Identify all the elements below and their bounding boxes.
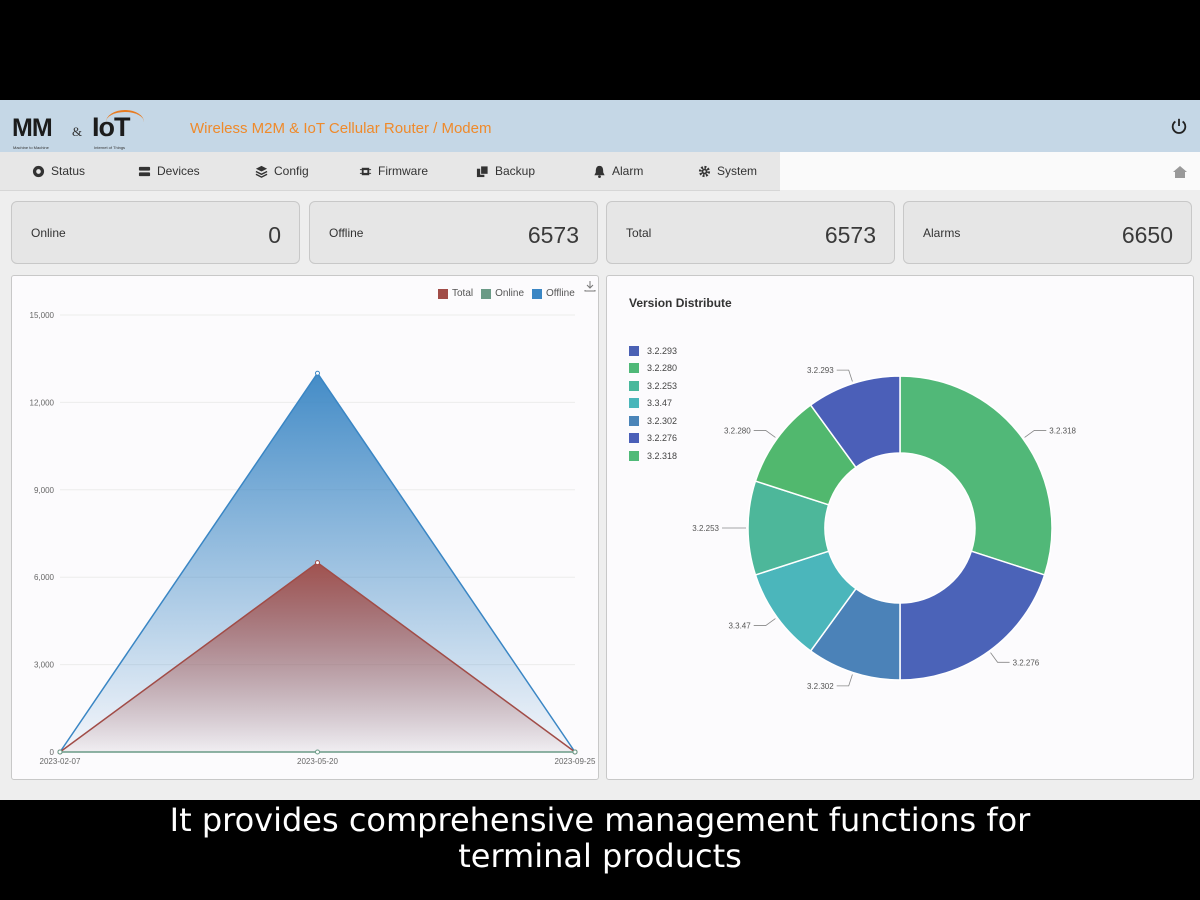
- nav-status-label: Status: [51, 164, 86, 178]
- nav-system-label: System: [717, 164, 758, 178]
- pie-slice-label: 3.2.302: [807, 682, 834, 691]
- power-icon[interactable]: [1170, 117, 1188, 135]
- pie-slice-label: 3.2.293: [807, 366, 834, 375]
- logo-subtitle-left: Machine to Machine: [13, 145, 49, 150]
- logo-iot: IoT: [92, 112, 130, 142]
- brand-logo: MM & IoT Machine to Machine Internet of …: [12, 108, 147, 150]
- y-tick-label: 15,000: [30, 311, 55, 320]
- data-point-online[interactable]: [315, 749, 320, 755]
- pie-slice-label: 3.2.280: [724, 426, 751, 435]
- header-bar: MM & IoT Machine to Machine Internet of …: [0, 100, 1200, 152]
- nav-config[interactable]: Config: [255, 152, 309, 190]
- nav-config-label: Config: [274, 164, 309, 178]
- nav-alarm-label: Alarm: [612, 164, 644, 178]
- card-online-value: 0: [268, 222, 281, 248]
- data-point-online[interactable]: [57, 749, 63, 755]
- card-offline-label: Offline: [329, 226, 364, 240]
- data-point-total[interactable]: [315, 560, 320, 566]
- pie-slice-label: 3.3.47: [728, 622, 751, 631]
- pie-slice[interactable]: [899, 375, 1053, 576]
- area-chart: 0 3,000 6,000 9,000 12,000 15,000 2023-02-07 20…: [30, 311, 596, 766]
- nav-alarm[interactable]: Alarm: [593, 152, 643, 190]
- pie-label-line: [836, 674, 853, 687]
- app-title: Wireless M2M & IoT Cellular Router / Mod…: [190, 120, 492, 137]
- card-alarms-label: Alarms: [923, 226, 961, 240]
- caption-line-2: terminal products: [458, 837, 742, 875]
- y-tick-label: 6,000: [34, 573, 55, 582]
- card-online: Online 0: [11, 201, 300, 264]
- y-tick-label: 3,000: [34, 661, 55, 670]
- pie-label-line: [753, 618, 776, 626]
- pie-slice-label: 3.2.253: [692, 524, 719, 533]
- y-tick-label: 0: [50, 748, 55, 757]
- card-online-label: Online: [31, 226, 66, 240]
- nav-backup[interactable]: Backup: [476, 152, 535, 190]
- nav-devices-label: Devices: [157, 164, 200, 178]
- pie-label-line: [836, 369, 853, 382]
- pie-label-line: [753, 430, 776, 438]
- nav-right-area: [780, 152, 1200, 190]
- y-tick-label: 9,000: [34, 486, 55, 495]
- data-point-online[interactable]: [572, 749, 578, 755]
- device-trend-panel: Total Online Offline 0 3,000 6,000 9,000 12,…: [11, 275, 599, 780]
- config-icon: [255, 165, 268, 178]
- card-total: Total 6573: [606, 201, 895, 264]
- bell-icon: [594, 165, 605, 178]
- caption-line-1: It provides comprehensive management fun…: [169, 801, 1031, 839]
- main-nav: Status Devices Config Firmware Backup Al…: [0, 152, 780, 191]
- card-total-label: Total: [626, 226, 652, 240]
- logo-mm: MM: [12, 114, 53, 142]
- version-distribute-panel: Version Distribute 3.2.293 3.2.280 3.2.253…: [606, 275, 1194, 780]
- home-icon[interactable]: [1172, 164, 1188, 180]
- pie-slice-label: 3.2.276: [1013, 658, 1040, 667]
- pie-label-line: [1024, 430, 1047, 438]
- x-tick-label: 2023-02-07: [40, 757, 81, 766]
- devices-icon: [138, 166, 151, 176]
- card-total-value: 6573: [824, 222, 876, 248]
- card-offline: Offline 6573: [309, 201, 598, 264]
- nav-status[interactable]: Status: [32, 152, 85, 190]
- y-tick-label: 12,000: [30, 398, 55, 407]
- nav-devices[interactable]: Devices: [138, 152, 200, 190]
- card-alarms-value: 6650: [1121, 222, 1173, 248]
- x-tick-label: 2023-05-20: [297, 757, 338, 766]
- nav-firmware[interactable]: Firmware: [359, 152, 428, 190]
- firmware-icon: [359, 167, 372, 175]
- pie-slice-label: 3.2.318: [1049, 426, 1076, 435]
- pie-chart: 3.2.318 3.2.276 3.2.302 3.3.47 3.2.253 3.2.28…: [692, 366, 1076, 691]
- pie-label-line: [990, 652, 1010, 663]
- status-icon: [32, 165, 45, 177]
- card-alarms: Alarms 6650: [903, 201, 1192, 264]
- card-offline-value: 6573: [527, 222, 579, 248]
- data-point-offline[interactable]: [315, 370, 320, 376]
- nav-firmware-label: Firmware: [378, 164, 428, 178]
- x-tick-label: 2023-09-25: [555, 757, 596, 766]
- video-caption: It provides comprehensive management fun…: [0, 802, 1200, 874]
- app-screen: MM & IoT Machine to Machine Internet of …: [0, 100, 1200, 800]
- logo-subtitle-right: Internet of Things: [94, 145, 126, 150]
- nav-backup-label: Backup: [495, 164, 536, 178]
- nav-system[interactable]: System: [698, 152, 757, 190]
- gear-icon: [698, 165, 711, 177]
- logo-amp: &: [72, 124, 83, 139]
- backup-icon: [476, 164, 489, 177]
